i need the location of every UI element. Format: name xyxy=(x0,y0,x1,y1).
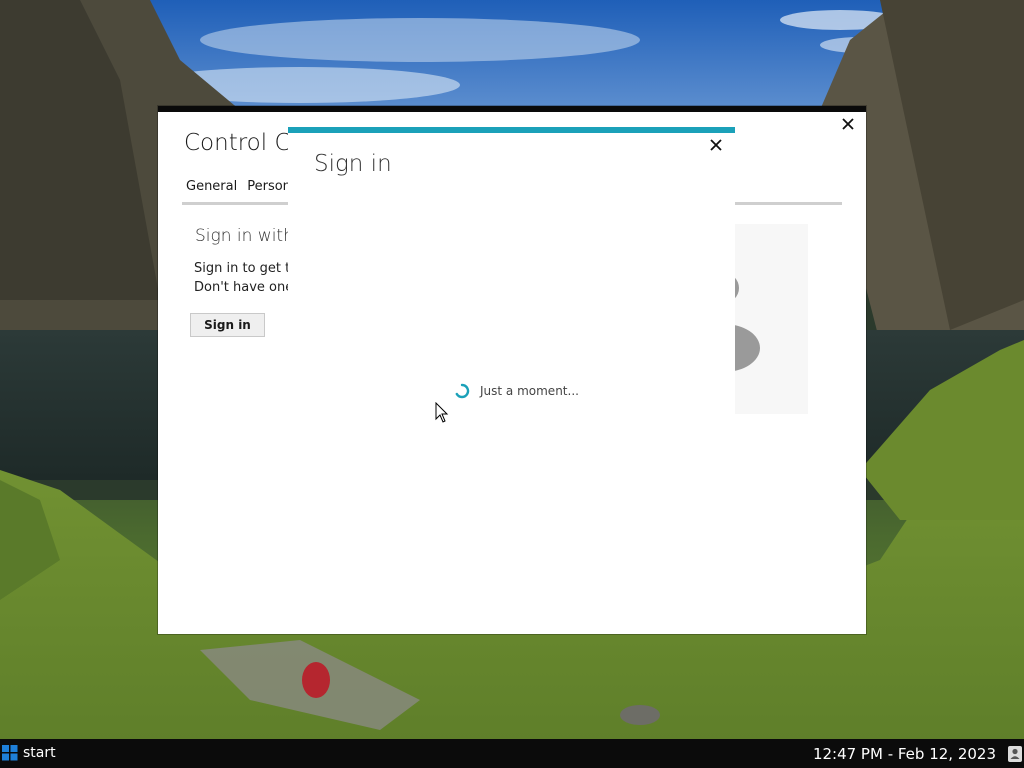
close-icon xyxy=(842,118,854,130)
dialog-title: Sign in xyxy=(314,151,392,177)
section-description: Sign in to get th Don't have one? xyxy=(194,259,300,297)
taskbar: start 12:47 PM - Feb 12, 2023 xyxy=(0,739,1024,768)
user-icon[interactable] xyxy=(1008,746,1022,762)
mouse-pointer-icon xyxy=(435,402,449,423)
sign-in-button[interactable]: Sign in xyxy=(190,313,265,337)
clock[interactable]: 12:47 PM - Feb 12, 2023 xyxy=(813,745,996,763)
user-glyph xyxy=(1010,748,1020,759)
start-label: start xyxy=(23,745,56,761)
description-line: Don't have one? xyxy=(194,280,301,295)
tab-general[interactable]: General xyxy=(186,179,237,194)
close-button[interactable] xyxy=(838,114,858,134)
dialog-accent-bar xyxy=(288,127,735,133)
windows-logo-icon xyxy=(2,745,18,761)
tab-bar: General Persona xyxy=(186,179,299,194)
desktop: Control Ce General Persona Sign in with … xyxy=(0,0,1024,768)
spinner-icon xyxy=(455,383,470,399)
sign-in-dialog: Sign in Just a moment... xyxy=(288,127,735,634)
loading-text: Just a moment... xyxy=(480,384,579,398)
start-button[interactable]: start xyxy=(2,745,56,761)
avatar-panel xyxy=(734,224,808,414)
window-titlebar[interactable] xyxy=(158,106,866,112)
loading-indicator: Just a moment... xyxy=(454,383,579,399)
section-title: Sign in with xyxy=(195,226,294,246)
description-line: Sign in to get th xyxy=(194,261,299,276)
close-icon xyxy=(710,139,722,151)
dialog-close-button[interactable] xyxy=(706,135,726,155)
page-title: Control Ce xyxy=(184,130,305,156)
avatar-icon xyxy=(734,276,760,372)
